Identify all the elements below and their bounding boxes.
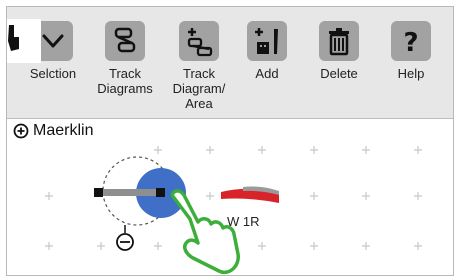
toolbar: Selction Track Diagrams Track Diagram/ A… <box>7 7 453 119</box>
add-track-area-icon <box>187 28 213 57</box>
layout-canvas[interactable]: Maerklin W 1R <box>7 119 454 276</box>
svg-text:?: ? <box>403 28 418 58</box>
track-area-button[interactable] <box>179 21 219 61</box>
trash-icon <box>329 28 349 56</box>
add-button[interactable] <box>247 21 287 61</box>
track-endpoint-left[interactable] <box>94 188 103 197</box>
selection-preview <box>7 19 41 63</box>
pointer-hand-icon <box>8 25 19 51</box>
straight-track[interactable] <box>99 189 161 196</box>
help-button[interactable]: ? <box>391 21 431 61</box>
touch-hand-icon <box>170 189 240 274</box>
add-accessory-icon <box>255 28 278 54</box>
turnout-track[interactable] <box>221 186 279 204</box>
track-diagrams-label: Track Diagrams <box>97 66 153 96</box>
track-diagrams-tool[interactable]: Track Diagrams <box>83 21 167 96</box>
help-tool[interactable]: ? Help <box>369 21 453 81</box>
track-diagram[interactable] <box>7 119 454 276</box>
rotation-handle[interactable] <box>116 225 134 251</box>
help-label: Help <box>397 66 425 81</box>
track-diagrams-button[interactable] <box>105 21 145 61</box>
track-diagrams-icon <box>114 27 136 53</box>
delete-button[interactable] <box>319 21 359 61</box>
app-window: Selction Track Diagrams Track Diagram/ A… <box>6 6 454 276</box>
track-endpoint-right[interactable] <box>156 188 165 197</box>
question-mark-icon: ? <box>403 28 418 58</box>
track-label: W 1R <box>227 214 260 229</box>
